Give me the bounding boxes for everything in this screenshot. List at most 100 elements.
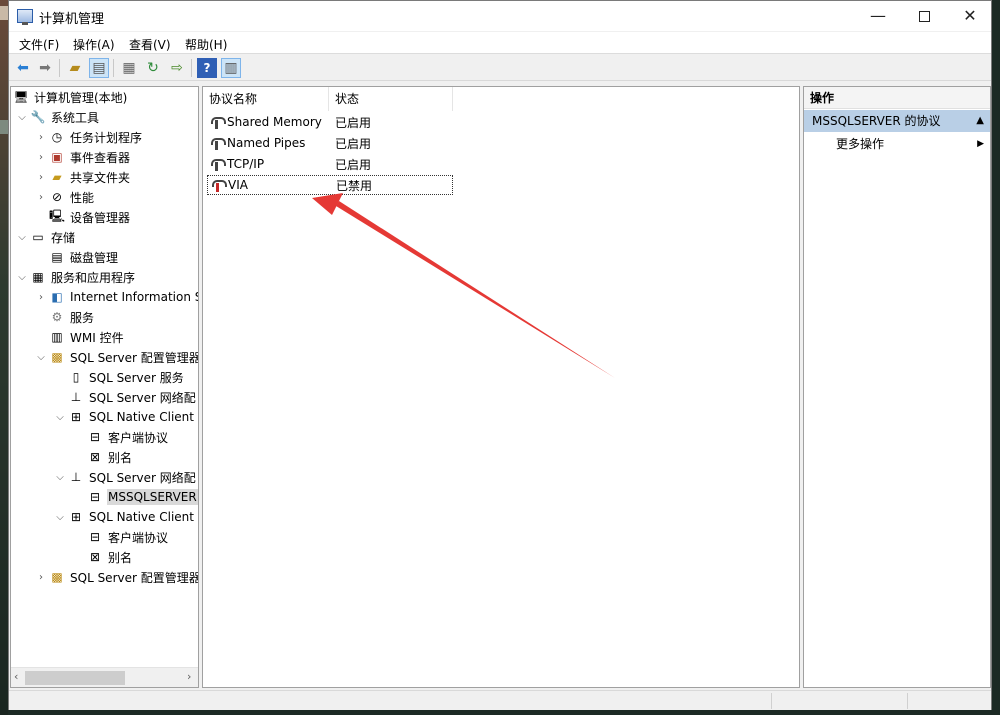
disk-icon: ▤ (51, 250, 63, 264)
help-icon[interactable]: ? (197, 58, 217, 78)
column-header-protocol-name[interactable]: 协议名称 (203, 87, 329, 111)
expand-chevron-icon[interactable]: › (36, 292, 46, 303)
show-action-pane-icon[interactable]: ▥ (221, 58, 241, 78)
up-folder-icon[interactable]: ▰ (65, 58, 85, 78)
tree-item-wmi-control[interactable]: ▥ WMI 控件 (36, 327, 125, 347)
menu-bar: 文件(F) 操作(A) 查看(V) 帮助(H) (9, 32, 991, 54)
protocol-enabled-icon (209, 135, 226, 151)
protocol-icon: ⊟ (89, 490, 101, 504)
expand-chevron-icon[interactable]: › (36, 572, 46, 583)
protocol-row-via[interactable]: VIA 已禁用 (207, 175, 453, 195)
tree-item-aliases[interactable]: ⊠ 别名 (74, 547, 133, 567)
menu-help[interactable]: 帮助(H) (185, 36, 227, 53)
protocol-list[interactable]: 协议名称 状态 Shared Memory 已启用 Named Pipes 已启… (202, 86, 800, 688)
collapse-chevron-icon[interactable]: ⌵ (55, 512, 65, 523)
tree-item-mssqlserver-protocols[interactable]: ⊟ MSSQLSERVER (74, 487, 198, 507)
tree-item-aliases-32[interactable]: ⊠ 别名 (74, 447, 133, 467)
collapse-chevron-icon[interactable]: ⌵ (55, 472, 65, 483)
console-tree[interactable]: 🖥 计算机管理(本地) ⌵ 🔧 系统工具 › ◷ 任务计划程序 › ▣ 事件查看器 › ▰ 共享文… (10, 86, 199, 688)
close-button[interactable]: ✕ (947, 1, 993, 31)
alias-icon: ⊠ (89, 450, 101, 464)
collapse-triangle-icon[interactable]: ▲ (976, 110, 984, 132)
expand-chevron-icon[interactable]: › (36, 132, 46, 143)
properties-icon[interactable]: ▦ (119, 58, 139, 78)
tree-item-computer-management[interactable]: 🖥 计算机管理(本地) (13, 87, 128, 107)
tree-item-sql-native-client-32[interactable]: ⌵ ⊞ SQL Native Client (55, 407, 195, 427)
tree-item-client-protocols-32[interactable]: ⊟ 客户端协议 (74, 427, 169, 447)
tree-item-services[interactable]: ⚙ 服务 (36, 307, 95, 327)
scroll-left-icon[interactable]: ‹ (14, 670, 18, 683)
expand-chevron-icon[interactable]: › (36, 172, 46, 183)
protocol-icon: ⊟ (89, 530, 101, 544)
tools-icon: 🔧 (30, 110, 46, 124)
protocol-row-tcp-ip[interactable]: TCP/IP 已启用 (207, 154, 453, 174)
actions-pane: 操作 MSSQLSERVER 的协议 ▲ 更多操作 ▶ (803, 86, 991, 688)
tree-item-event-viewer[interactable]: › ▣ 事件查看器 (36, 147, 131, 167)
tree-item-sql-config-manager[interactable]: ⌵ ▩ SQL Server 配置管理器 (36, 347, 198, 367)
tree-item-system-tools[interactable]: ⌵ 🔧 系统工具 (17, 107, 100, 127)
scrollbar-thumb[interactable] (25, 671, 125, 685)
tree-item-sql-server-services[interactable]: ▯ SQL Server 服务 (55, 367, 185, 387)
window-title: 计算机管理 (39, 12, 105, 27)
actions-group-header[interactable]: MSSQLSERVER 的协议 ▲ (804, 110, 990, 132)
tree-item-task-scheduler[interactable]: › ◷ 任务计划程序 (36, 127, 143, 147)
column-header-status[interactable]: 状态 (329, 87, 453, 111)
expand-chevron-icon[interactable]: › (36, 192, 46, 203)
shared-folder-icon: ▰ (52, 170, 62, 184)
server-icon: ▯ (72, 370, 80, 384)
tree-item-device-manager[interactable]: 🖳 设备管理器 (36, 207, 131, 227)
maximize-icon (918, 11, 930, 22)
collapse-chevron-icon[interactable]: ⌵ (17, 232, 27, 243)
menu-view[interactable]: 查看(V) (129, 36, 171, 53)
tree-item-disk-management[interactable]: ▤ 磁盘管理 (36, 247, 119, 267)
tree-item-performance[interactable]: › ⊘ 性能 (36, 187, 95, 207)
status-bar-divider (907, 693, 908, 709)
scroll-right-icon[interactable]: › (187, 670, 191, 683)
sql-config-icon: ▩ (51, 570, 63, 584)
protocol-row-shared-memory[interactable]: Shared Memory 已启用 (207, 112, 453, 132)
collapse-chevron-icon[interactable]: ⌵ (36, 352, 46, 363)
refresh-icon[interactable]: ↻ (143, 58, 163, 78)
network-icon: ⊥ (70, 390, 82, 404)
tree-item-storage[interactable]: ⌵ ▭ 存储 (17, 227, 76, 247)
toolbar-separator (113, 59, 114, 77)
clock-icon: ◷ (51, 130, 63, 144)
title-bar[interactable]: 计算机管理 — ✕ (9, 1, 991, 31)
tree-item-shared-folders[interactable]: › ▰ 共享文件夹 (36, 167, 131, 187)
menu-action[interactable]: 操作(A) (73, 36, 115, 53)
status-bar-divider (771, 693, 772, 709)
menu-file[interactable]: 文件(F) (19, 36, 59, 53)
client-icon: ⊞ (70, 410, 82, 424)
protocol-enabled-icon (209, 114, 226, 130)
show-hide-tree-icon[interactable]: ▤ (89, 58, 109, 78)
desktop-icon-fragment (0, 120, 8, 134)
maximize-button[interactable] (901, 1, 947, 31)
tree-item-sql-server-network-config-32[interactable]: ⊥ SQL Server 网络配 (55, 387, 197, 407)
tree-item-client-protocols[interactable]: ⊟ 客户端协议 (74, 527, 169, 547)
protocol-icon: ⊟ (89, 430, 101, 444)
tree-item-services-and-applications[interactable]: ⌵ ▦ 服务和应用程序 (17, 267, 136, 287)
performance-icon: ⊘ (51, 190, 63, 204)
tree-item-sql-server-network-config[interactable]: ⌵ ⊥ SQL Server 网络配 (55, 467, 197, 487)
wmi-icon: ▥ (51, 330, 63, 344)
forward-arrow-icon[interactable]: ➡ (35, 58, 55, 78)
minimize-button[interactable]: — (855, 1, 901, 31)
collapse-chevron-icon[interactable]: ⌵ (17, 272, 27, 283)
back-arrow-icon[interactable]: ⬅ (13, 58, 33, 78)
protocol-row-named-pipes[interactable]: Named Pipes 已启用 (207, 133, 453, 153)
tree-horizontal-scrollbar[interactable]: ‹ › (11, 667, 198, 687)
desktop-icon-fragment (0, 6, 8, 20)
more-actions-item[interactable]: 更多操作 ▶ (804, 134, 990, 154)
protocol-disabled-icon (210, 177, 227, 193)
export-list-icon[interactable]: ⇨ (167, 58, 187, 78)
collapse-chevron-icon[interactable]: ⌵ (17, 112, 27, 123)
sql-config-icon: ▩ (51, 350, 63, 364)
tree-item-sql-config-manager-2[interactable]: › ▩ SQL Server 配置管理器 (36, 567, 198, 587)
device-manager-icon: 🖳 (49, 208, 66, 223)
tree-item-sql-native-client[interactable]: ⌵ ⊞ SQL Native Client (55, 507, 195, 527)
tree-item-iis[interactable]: › ◧ Internet Information S (36, 287, 198, 307)
services-apps-icon: ▦ (32, 270, 44, 284)
expand-chevron-icon[interactable]: › (36, 152, 46, 163)
iis-icon: ◧ (51, 290, 63, 304)
collapse-chevron-icon[interactable]: ⌵ (55, 412, 65, 423)
